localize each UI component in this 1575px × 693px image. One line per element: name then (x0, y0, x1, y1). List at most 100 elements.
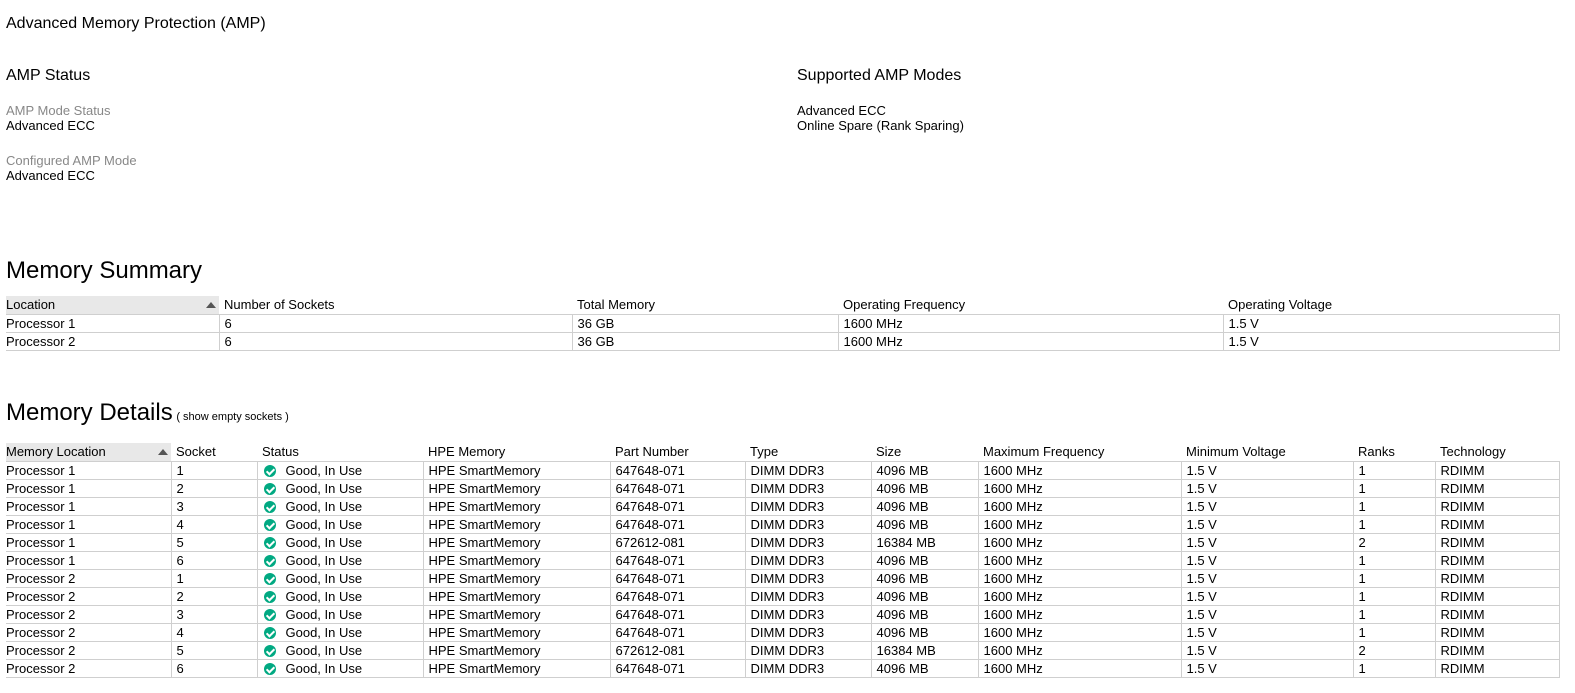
status-text: Good, In Use (285, 570, 363, 586)
check-circle-icon (263, 626, 276, 639)
col-header-operating-voltage[interactable]: Operating Voltage (1223, 296, 1559, 315)
table-cell: 1600 MHz (977, 569, 1182, 588)
table-cell: 16384 MB (870, 641, 979, 660)
col-header-location[interactable]: Location (6, 296, 219, 315)
table-cell: RDIMM (1434, 497, 1560, 516)
table-cell: Good, In Use (256, 659, 424, 678)
col-header-size[interactable]: Size (871, 443, 978, 462)
table-cell: Processor 1 (6, 479, 172, 498)
table-cell: HPE SmartMemory (422, 623, 611, 642)
table-cell: DIMM DDR3 (744, 497, 872, 516)
status-text: Good, In Use (285, 660, 363, 676)
table-cell: 2 (1352, 533, 1436, 552)
table-cell: DIMM DDR3 (744, 479, 872, 498)
check-circle-icon (263, 464, 276, 477)
table-cell: DIMM DDR3 (744, 641, 872, 660)
table-cell: RDIMM (1434, 587, 1560, 606)
col-header-type[interactable]: Type (745, 443, 871, 462)
table-cell: RDIMM (1434, 461, 1560, 480)
table-row: Processor 2 6 36 GB 1600 MHz 1.5 V (6, 332, 1560, 351)
table-cell: Processor 2 (6, 332, 220, 351)
col-header-maximum-frequency[interactable]: Maximum Frequency (978, 443, 1181, 462)
check-circle-icon (263, 644, 276, 657)
amp-status-heading: AMP Status (6, 67, 91, 84)
status-text: Good, In Use (285, 552, 363, 568)
table-cell: 16384 MB (870, 533, 979, 552)
table-row: Processor 2 6 Good, In Use HPE SmartMemory 6… (6, 659, 1560, 678)
supported-mode-item: Online Spare (Rank Sparing) (797, 118, 964, 133)
table-cell: 1.5 V (1180, 659, 1354, 678)
table-cell: 647648-071 (609, 479, 746, 498)
table-cell: 1 (1352, 605, 1436, 624)
table-row: Processor 2 4 Good, In Use HPE SmartMemory 6… (6, 623, 1560, 642)
check-circle-icon (263, 590, 276, 603)
col-header-ranks[interactable]: Ranks (1353, 443, 1435, 462)
table-cell: 1600 MHz (977, 641, 1182, 660)
table-cell: 4096 MB (870, 461, 979, 480)
memory-summary-table: Location Number of Sockets Total Memory … (6, 296, 1560, 351)
table-cell: DIMM DDR3 (744, 587, 872, 606)
configured-amp-mode-label: Configured AMP Mode (6, 153, 137, 168)
status-text: Good, In Use (285, 480, 363, 496)
table-cell: HPE SmartMemory (422, 533, 611, 552)
table-cell: 1.5 V (1180, 533, 1354, 552)
table-cell: 1600 MHz (837, 332, 1224, 351)
col-header-technology[interactable]: Technology (1435, 443, 1559, 462)
table-row: Processor 2 2 Good, In Use HPE SmartMemory 6… (6, 587, 1560, 606)
table-cell: 4096 MB (870, 479, 979, 498)
check-circle-icon (263, 536, 276, 549)
col-header-total-memory[interactable]: Total Memory (572, 296, 838, 315)
table-cell: DIMM DDR3 (744, 605, 872, 624)
table-cell: 1 (1352, 587, 1436, 606)
memory-summary-header-row: Location Number of Sockets Total Memory … (6, 296, 1559, 315)
show-empty-sockets-link[interactable]: ( show empty sockets ) (176, 411, 288, 423)
table-cell: 647648-071 (609, 587, 746, 606)
table-cell: 1 (170, 461, 258, 480)
table-cell: 1.5 V (1180, 587, 1354, 606)
table-cell: Processor 2 (6, 623, 172, 642)
table-cell: 36 GB (571, 332, 839, 351)
table-cell: HPE SmartMemory (422, 515, 611, 534)
table-cell: 1.5 V (1180, 497, 1354, 516)
table-cell: 4096 MB (870, 659, 979, 678)
table-cell: 672612-081 (609, 533, 746, 552)
col-header-operating-frequency[interactable]: Operating Frequency (838, 296, 1223, 315)
table-cell: DIMM DDR3 (744, 533, 872, 552)
table-cell: 4096 MB (870, 587, 979, 606)
table-cell: 1 (1352, 515, 1436, 534)
check-circle-icon (263, 662, 276, 675)
status-text: Good, In Use (285, 498, 363, 514)
status-text: Good, In Use (285, 642, 363, 658)
table-cell: Processor 2 (6, 605, 172, 624)
col-header-number-of-sockets[interactable]: Number of Sockets (219, 296, 572, 315)
table-cell: Processor 1 (6, 497, 172, 516)
check-circle-icon (263, 500, 276, 513)
table-cell: HPE SmartMemory (422, 497, 611, 516)
table-cell: 1 (170, 569, 258, 588)
table-cell: RDIMM (1434, 641, 1560, 660)
table-cell: 1.5 V (1180, 515, 1354, 534)
table-cell: Good, In Use (256, 533, 424, 552)
table-cell: HPE SmartMemory (422, 641, 611, 660)
table-cell: 1600 MHz (977, 533, 1182, 552)
table-cell: Good, In Use (256, 479, 424, 498)
table-cell: 1600 MHz (977, 461, 1182, 480)
table-cell: 647648-071 (609, 515, 746, 534)
table-cell: 3 (170, 497, 258, 516)
table-cell: 647648-071 (609, 605, 746, 624)
table-cell: 1 (1352, 569, 1436, 588)
table-cell: 4 (170, 623, 258, 642)
col-header-hpe-memory[interactable]: HPE Memory (423, 443, 610, 462)
table-cell: Good, In Use (256, 569, 424, 588)
configured-amp-mode-value: Advanced ECC (6, 168, 95, 183)
col-header-minimum-voltage[interactable]: Minimum Voltage (1181, 443, 1353, 462)
col-header-socket[interactable]: Socket (171, 443, 257, 462)
table-cell: 4 (170, 515, 258, 534)
col-header-memory-location[interactable]: Memory Location (6, 443, 171, 462)
table-cell: 1.5 V (1180, 479, 1354, 498)
col-header-status[interactable]: Status (257, 443, 423, 462)
table-cell: Processor 2 (6, 659, 172, 678)
memory-summary-heading: Memory Summary (6, 257, 203, 284)
table-cell: Good, In Use (256, 497, 424, 516)
col-header-part-number[interactable]: Part Number (610, 443, 745, 462)
